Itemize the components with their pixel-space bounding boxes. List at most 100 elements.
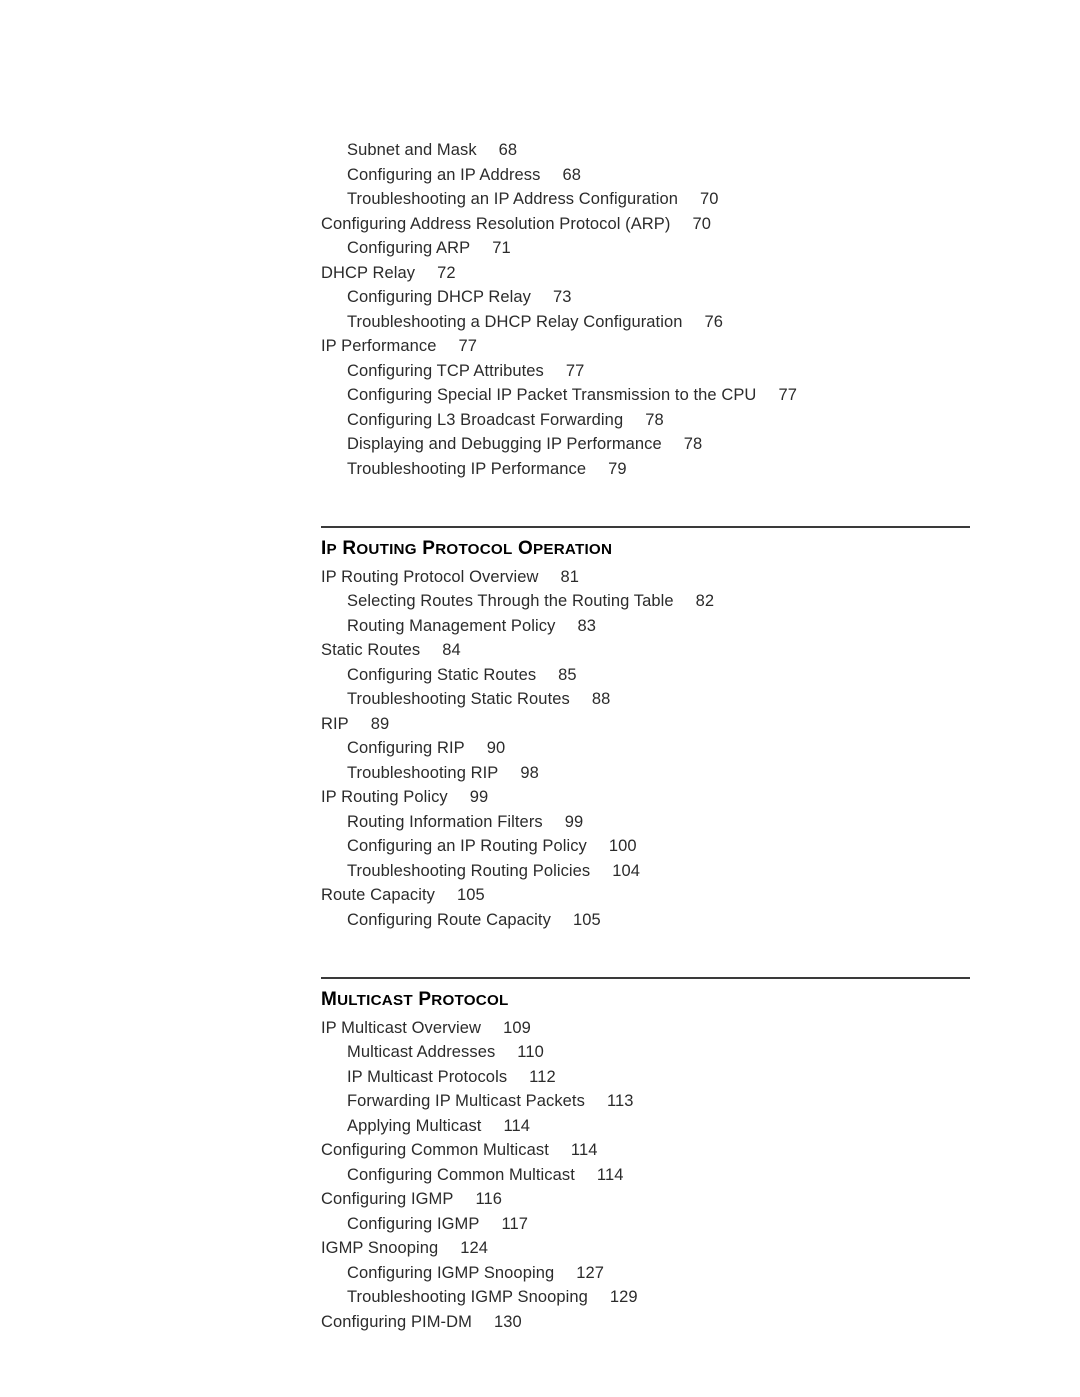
toc-entry-page-number: 84 [442,641,461,660]
toc-entry-title: IP Performance [321,337,437,355]
toc-entry-page-number: 71 [492,239,511,257]
toc-entry-page-number: 129 [609,1288,638,1307]
toc-entry-page-number: 110 [517,1043,544,1062]
toc-entry[interactable]: Configuring Special IP Packet Transmissi… [347,383,1021,408]
toc-entry[interactable]: Configuring L3 Broadcast Forwarding 78 [347,408,1021,433]
toc-entry[interactable]: Troubleshooting Static Routes 88 [347,687,1021,712]
toc-entry-title: Configuring Static Routes [347,665,537,684]
toc-entry-page-number: 109 [503,1018,531,1037]
toc-entry[interactable]: IP Multicast Protocols 112 [347,1065,1021,1090]
toc-entry-title: Configuring an IP Routing Policy [347,837,587,856]
toc-entry-title: Configuring Address Resolution Protocol … [321,214,671,233]
toc-entry[interactable]: Configuring Static Routes 85 [347,663,1021,688]
toc-entry[interactable]: IP Routing Policy 99 [321,785,1021,810]
toc-entry[interactable]: RIP 89 [321,712,1021,737]
toc-entry-page-number: 81 [560,567,580,586]
toc-entry[interactable]: Configuring Route Capacity 105 [347,908,1021,933]
toc-entry-page-number: 72 [437,263,456,282]
toc-entry-page-number: 70 [700,190,719,208]
toc-entry-page-number: 83 [577,616,596,635]
toc-entry-page-number: 68 [498,141,518,159]
toc-entry[interactable]: Configuring DHCP Relay 73 [347,285,1021,310]
toc-entry[interactable]: Configuring Address Resolution Protocol … [321,212,1021,237]
toc-entry-title: Configuring DHCP Relay [347,288,532,306]
toc-entry-title: Troubleshooting an IP Address Configurat… [347,190,679,208]
section-divider-rule [321,526,970,528]
toc-entry[interactable]: Configuring IGMP 117 [347,1212,1021,1237]
toc-entry[interactable]: Displaying and Debugging IP Performance 7… [347,432,1021,457]
toc-entry-page-number: 77 [458,337,478,355]
toc-entry-title: Configuring L3 Broadcast Forwarding [347,410,624,429]
toc-entry-title: Applying Multicast [347,1116,482,1135]
toc-entry[interactable]: Configuring an IP Address 68 [347,163,1021,188]
toc-entry[interactable]: Static Routes 84 [321,638,1021,663]
toc-entry[interactable]: Troubleshooting an IP Address Configurat… [347,187,1021,212]
toc-entry[interactable]: Troubleshooting IGMP Snooping 129 [347,1285,1021,1310]
toc-section-header: IP ROUTING PROTOCOL OPERATION [321,526,970,561]
toc-entry[interactable]: DHCP Relay 72 [321,261,1021,286]
toc-entry-page-number: 114 [596,1165,624,1184]
toc-entry-page-number: 99 [469,788,489,807]
toc-entry-page-number: 88 [591,690,611,709]
toc-entry-title: Configuring Special IP Packet Transmissi… [347,386,757,404]
toc-entry[interactable]: IGMP Snooping 124 [321,1236,1021,1261]
toc-entry-title: IGMP Snooping [321,1239,439,1258]
toc-entry-group: Subnet and Mask 68 Configuring an IP Addre… [321,138,1021,481]
toc-entry-page-number: 82 [695,592,715,611]
toc-entry-title: IP Routing Policy [321,788,448,807]
toc-entry[interactable]: Routing Management Policy 83 [347,614,1021,639]
toc-entry-page-number: 105 [456,886,485,905]
toc-entry[interactable]: Troubleshooting RIP 98 [347,761,1021,786]
toc-entry-page-number: 78 [645,410,664,429]
toc-entry[interactable]: Troubleshooting Routing Policies 104 [347,859,1021,884]
toc-entry-title: Configuring an IP Address [347,165,541,184]
toc-entry-title: Troubleshooting Routing Policies [347,861,591,880]
toc-entry[interactable]: Forwarding IP Multicast Packets 113 [347,1089,1021,1114]
toc-entry[interactable]: Configuring ARP 71 [347,236,1021,261]
toc-entry[interactable]: IP Routing Protocol Overview 81 [321,565,1021,590]
toc-entry-title: RIP [321,714,349,733]
toc-entry-title: Routing Management Policy [347,616,556,635]
section-title: MULTICAST PROTOCOL [321,988,509,1010]
table-of-contents: Subnet and Mask 68 Configuring an IP Addre… [321,138,1021,1334]
toc-entry[interactable]: IP Performance 77 [321,334,1021,359]
toc-entry[interactable]: Routing Information Filters 99 [347,810,1021,835]
toc-entry-title: Troubleshooting Static Routes [347,690,570,709]
toc-entry-page-number: 112 [529,1067,556,1086]
section-divider-rule [321,977,970,979]
toc-entry[interactable]: Configuring an IP Routing Policy 100 [347,834,1021,859]
toc-entry-title: Configuring Common Multicast [347,1165,575,1184]
toc-entry[interactable]: Troubleshooting a DHCP Relay Configurati… [347,310,1021,335]
toc-entry-page-number: 78 [683,435,703,453]
toc-entry-page-number: 79 [608,459,627,478]
toc-entry-page-number: 73 [553,288,572,306]
toc-entry-page-number: 127 [576,1263,604,1282]
toc-entry-title: Configuring ARP [347,239,471,257]
toc-entry[interactable]: Multicast Addresses 110 [347,1040,1021,1065]
toc-entry[interactable]: Configuring IGMP Snooping 127 [347,1261,1021,1286]
toc-entry[interactable]: Configuring PIM-DM 130 [321,1310,1021,1335]
toc-entry[interactable]: Configuring TCP Attributes 77 [347,359,1021,384]
toc-entry[interactable]: Configuring Common Multicast 114 [321,1138,1021,1163]
toc-entry-page-number: 116 [475,1190,503,1209]
toc-entry-page-number: 76 [704,312,724,331]
toc-entry-title: Selecting Routes Through the Routing Tab… [347,592,674,611]
toc-entry-title: Configuring TCP Attributes [347,361,544,380]
toc-entry[interactable]: Selecting Routes Through the Routing Tab… [347,589,1021,614]
toc-entry[interactable]: Configuring RIP 90 [347,736,1021,761]
toc-entry-page-number: 114 [570,1141,598,1160]
toc-entry-page-number: 105 [572,910,601,929]
toc-entry[interactable]: IP Multicast Overview 109 [321,1016,1021,1041]
toc-entry[interactable]: Route Capacity 105 [321,883,1021,908]
toc-entry-title: Routing Information Filters [347,812,543,831]
toc-entry-title: Troubleshooting IGMP Snooping [347,1288,588,1307]
toc-entry[interactable]: Troubleshooting IP Performance 79 [347,457,1021,482]
toc-entry[interactable]: Configuring IGMP 116 [321,1187,1021,1212]
toc-entry[interactable]: Configuring Common Multicast 114 [347,1163,1021,1188]
toc-entry-title: Configuring PIM-DM [321,1312,472,1331]
toc-entry-group: IP Routing Protocol Overview 81 Selecting … [321,565,1021,933]
toc-entry[interactable]: Applying Multicast 114 [347,1114,1021,1139]
toc-entry[interactable]: Subnet and Mask 68 [347,138,1021,163]
toc-entry-title: Configuring IGMP [347,1214,480,1233]
toc-entry-page-number: 117 [501,1214,529,1233]
